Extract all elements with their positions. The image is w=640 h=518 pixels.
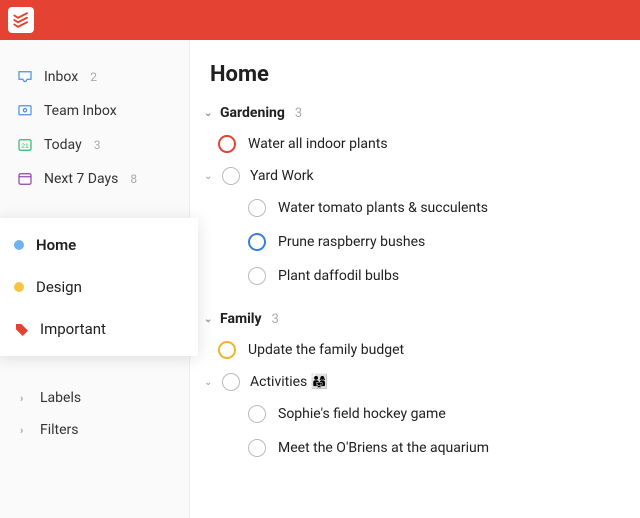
project-item-important[interactable]: Important xyxy=(0,308,198,350)
project-item-home[interactable]: Home xyxy=(0,224,198,266)
task-row[interactable]: Plant daffodil bulbs xyxy=(248,259,620,293)
nav-item-next7days[interactable]: Next 7 Days 8 xyxy=(0,162,189,196)
svg-text:21: 21 xyxy=(21,143,29,150)
section-label: Filters xyxy=(40,422,79,438)
nav-item-inbox[interactable]: Inbox 2 xyxy=(0,60,189,94)
nav-count: 8 xyxy=(130,172,137,186)
section-item-labels[interactable]: › Labels xyxy=(0,382,189,414)
task-text: Update the family budget xyxy=(248,342,404,358)
chevron-down-icon[interactable]: ⌄ xyxy=(204,377,214,388)
task-text: Water all indoor plants xyxy=(248,136,388,152)
nav-label: Next 7 Days xyxy=(44,171,118,187)
task-checkbox[interactable] xyxy=(222,373,240,391)
task-row[interactable]: Water all indoor plants xyxy=(218,127,620,161)
chevron-down-icon[interactable]: ⌄ xyxy=(204,108,214,119)
app-logo[interactable] xyxy=(8,7,34,33)
sidebar: Inbox 2 Team Inbox 21 Today 3 Next 7 Day… xyxy=(0,40,190,518)
chevron-right-icon: › xyxy=(20,424,30,437)
task-row[interactable]: Water tomato plants & succulents xyxy=(248,191,620,225)
nav-item-today[interactable]: 21 Today 3 xyxy=(0,128,189,162)
task-text: Meet the O'Briens at the aquarium xyxy=(278,440,489,456)
project-label: Home xyxy=(36,236,76,254)
nav-label: Team Inbox xyxy=(44,103,117,119)
section-label: Labels xyxy=(40,390,81,406)
nav-item-team-inbox[interactable]: Team Inbox xyxy=(0,94,189,128)
subsection-text: Yard Work xyxy=(250,168,314,184)
topbar xyxy=(0,0,640,40)
task-checkbox[interactable] xyxy=(218,135,236,153)
group-count: 3 xyxy=(295,106,302,121)
page-title: Home xyxy=(210,62,620,87)
team-inbox-icon xyxy=(16,102,34,120)
task-text: Prune raspberry bushes xyxy=(278,234,425,250)
task-checkbox[interactable] xyxy=(222,167,240,185)
project-item-design[interactable]: Design xyxy=(0,266,198,308)
task-checkbox[interactable] xyxy=(248,439,266,457)
task-text: Sophie's field hockey game xyxy=(278,406,446,422)
subsection-text: Activities 👨‍👩‍👧 xyxy=(250,374,328,390)
task-checkbox[interactable] xyxy=(248,199,266,217)
subsection-header[interactable]: ⌄ Activities 👨‍👩‍👧 xyxy=(204,367,620,397)
projects-card: Home Design Important xyxy=(0,218,198,356)
task-checkbox[interactable] xyxy=(248,267,266,285)
project-label: Design xyxy=(36,278,82,296)
task-checkbox[interactable] xyxy=(218,341,236,359)
task-checkbox[interactable] xyxy=(248,233,266,251)
sidebar-sections: › Labels › Filters xyxy=(0,382,189,446)
chevron-down-icon[interactable]: ⌄ xyxy=(204,314,214,325)
chevron-right-icon: › xyxy=(20,392,30,405)
group-header-gardening[interactable]: ⌄ Gardening 3 xyxy=(204,105,620,121)
tag-icon xyxy=(14,322,28,336)
group-count: 3 xyxy=(272,312,279,327)
section-item-filters[interactable]: › Filters xyxy=(0,414,189,446)
project-label: Important xyxy=(40,320,106,338)
task-text: Plant daffodil bulbs xyxy=(278,268,399,284)
nav-label: Inbox xyxy=(44,69,78,85)
project-color-dot xyxy=(14,240,24,250)
chevron-down-icon[interactable]: ⌄ xyxy=(204,171,214,182)
project-color-dot xyxy=(14,282,24,292)
nav-label: Today xyxy=(44,137,82,153)
inbox-icon xyxy=(16,68,34,86)
task-row[interactable]: Meet the O'Briens at the aquarium xyxy=(248,431,620,465)
calendar-icon xyxy=(16,170,34,188)
nav-count: 3 xyxy=(94,138,101,152)
today-icon: 21 xyxy=(16,136,34,154)
group-name: Family xyxy=(220,311,262,327)
task-text: Water tomato plants & succulents xyxy=(278,200,488,216)
nav-count: 2 xyxy=(90,70,97,84)
main-panel: Home ⌄ Gardening 3 Water all indoor plan… xyxy=(190,40,640,518)
todoist-icon xyxy=(12,11,30,29)
task-row[interactable]: Prune raspberry bushes xyxy=(248,225,620,259)
task-row[interactable]: Sophie's field hockey game xyxy=(248,397,620,431)
group-header-family[interactable]: ⌄ Family 3 xyxy=(204,311,620,327)
subsection-header[interactable]: ⌄ Yard Work xyxy=(204,161,620,191)
task-checkbox[interactable] xyxy=(248,405,266,423)
group-name: Gardening xyxy=(220,105,285,121)
task-row[interactable]: Update the family budget xyxy=(218,333,620,367)
